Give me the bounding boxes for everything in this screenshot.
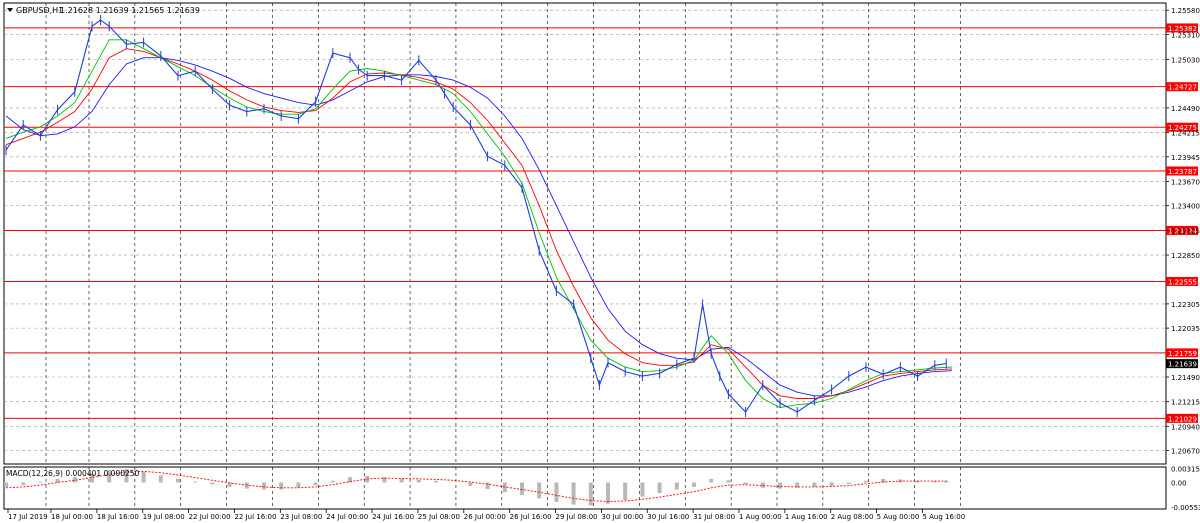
chart-header: GBPUSD,H1 1.21628 1.21639 1.21565 1.2163… [7,6,200,15]
y-tick-label: 1.24215 [1171,130,1200,138]
macd-axis: 0.003151 0.00 -0.005531 [1171,466,1200,512]
y-tick-label: 1.21215 [1171,399,1200,407]
y-tick-label: 1.22035 [1171,325,1200,333]
x-tick-label: 26 Jul 16:00 [510,513,552,521]
price-axis: 1.25580 1.25310 1.25030 1.24490 1.24215 1.239… [1166,7,1200,456]
y-tick-label: 1.25030 [1171,57,1200,65]
x-tick-label: 30 Jul 00:00 [601,513,643,521]
x-tick-label: 31 Jul 08:00 [693,513,735,521]
x-tick-label: 18 Jul 16:00 [97,513,139,521]
current-price-label: 1.21639 [1168,361,1197,369]
y-tick-label: 1.24490 [1171,105,1200,113]
level-price-label: 1.24727 [1168,84,1197,92]
y-tick-label: 1.23945 [1171,154,1200,162]
macd-y-tick-label: 0.00 [1171,479,1187,487]
x-tick-label: 22 Jul 00:00 [189,513,231,521]
x-tick-label: 22 Jul 16:00 [234,513,276,521]
x-tick-label: 2 Aug 08:00 [831,513,874,521]
x-tick-label: 23 Jul 08:00 [280,513,322,521]
x-tick-label: 26 Jul 00:00 [464,513,506,521]
y-tick-label: 1.21490 [1171,374,1200,382]
ohlc-values: 1.21628 1.21639 1.21565 1.21639 [60,6,200,15]
level-price-label: 1.21759 [1168,350,1197,358]
y-tick-label: 1.23400 [1171,203,1200,211]
x-tick-label: 19 Jul 08:00 [143,513,185,521]
y-tick-label: 1.25580 [1171,7,1200,15]
x-tick-label: 25 Jul 08:00 [418,513,460,521]
x-tick-label: 5 Aug 00:00 [877,513,920,521]
y-tick-label: 1.25310 [1171,31,1200,39]
x-tick-label: 18 Jul 00:00 [51,513,93,521]
y-tick-label: 1.23670 [1171,178,1200,186]
y-tick-label: 1.20940 [1171,423,1200,431]
macd-y-tick-label: 0.003151 [1171,466,1200,474]
x-tick-label: 5 Aug 16:00 [922,513,965,521]
macd-y-tick-label: -0.005531 [1171,504,1200,512]
level-price-label: 1.22555 [1168,278,1197,286]
x-tick-label: 1 Aug 16:00 [785,513,828,521]
macd-panel-frame [3,466,1167,510]
level-price-label: 1.23787 [1168,168,1197,176]
y-tick-label: 1.22850 [1171,252,1200,260]
x-tick-label: 29 Jul 08:00 [556,513,598,521]
symbol-label: GBPUSD,H1 [16,6,63,15]
time-axis: 17 Jul 2019 18 Jul 00:00 18 Jul 16:00 19 Ju… [7,509,965,521]
x-tick-label: 24 Jul 00:00 [326,513,368,521]
macd-title: MACD(12,26,9) 0.000401 0.000250 [6,469,140,478]
level-price-label: 1.21029 [1168,415,1197,423]
y-tick-label: 1.23125 [1171,227,1200,235]
x-tick-label: 1 Aug 00:00 [739,513,782,521]
y-tick-label: 1.20670 [1171,448,1200,456]
x-tick-label: 24 Jul 16:00 [372,513,414,521]
trading-chart[interactable]: 1.253821.247271.242751.237871.231241.225… [0,0,1200,523]
x-tick-label: 30 Jul 16:00 [647,513,689,521]
y-tick-label: 1.22305 [1171,301,1200,309]
x-tick-label: 17 Jul 2019 [8,513,48,521]
